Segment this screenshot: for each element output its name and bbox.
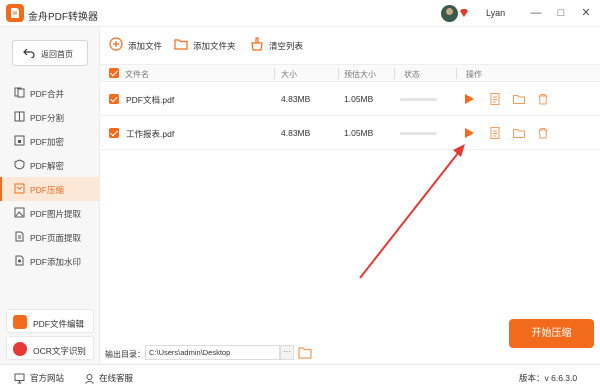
sidebar-item-image-extract[interactable]: PDF图片提取 <box>0 201 100 225</box>
toolbar: 添加文件 添加文件夹 清空列表 <box>100 27 600 64</box>
open-folder-icon[interactable] <box>298 346 312 359</box>
home-button-label: 返回首页 <box>41 50 73 59</box>
sidebar-item-compress[interactable]: PDF压缩 <box>0 177 100 201</box>
sidebar-item-page-extract[interactable]: PDF页面提取 <box>0 225 100 249</box>
pdf-edit-button[interactable]: PDF文件编辑 <box>6 309 94 333</box>
start-compress-button[interactable]: 开始压缩 <box>509 319 594 348</box>
folder-icon[interactable] <box>512 126 526 140</box>
page-icon <box>15 231 24 242</box>
add-folder-label: 添加文件夹 <box>193 41 236 51</box>
progress-bar <box>400 98 437 101</box>
pdf-edit-icon <box>13 315 27 329</box>
file-table: 文件名 大小 预估大小 状态 操作 PDF文档.pdf 4.83MB 1.05M… <box>100 64 600 150</box>
sidebar: 返回首页 PDF合并 PDF分割 PDF加密 PDF解密 PDF压缩 PDF图片… <box>0 27 100 364</box>
column-divider <box>394 68 395 79</box>
ocr-label: OCR文字识别 <box>33 346 86 356</box>
username[interactable]: Lyan <box>486 8 505 18</box>
header-status: 状态 <box>404 70 420 79</box>
monitor-icon <box>14 373 25 384</box>
select-all-checkbox[interactable] <box>109 68 119 78</box>
row-checkbox[interactable] <box>109 128 119 138</box>
title-bar: 金舟PDF转换器 Lyan — □ ✕ <box>0 0 600 27</box>
header-name: 文件名 <box>125 70 149 79</box>
status-bar: 官方网站 在线客服 版本：v 6.6.3.0 <box>0 364 600 390</box>
play-icon[interactable] <box>462 92 476 106</box>
website-link[interactable]: 官方网站 <box>30 372 64 384</box>
column-divider <box>338 68 339 79</box>
support-link[interactable]: 在线客服 <box>99 372 133 384</box>
sidebar-item-label: PDF添加水印 <box>30 257 82 267</box>
table-header: 文件名 大小 预估大小 状态 操作 <box>100 64 600 82</box>
lock-icon <box>14 135 25 146</box>
table-row[interactable]: 工作报表.pdf 4.83MB 1.05MB <box>100 116 600 150</box>
add-file-label: 添加文件 <box>128 41 163 51</box>
sidebar-item-label: PDF解密 <box>30 161 65 171</box>
sidebar-item-label: PDF分割 <box>30 113 65 123</box>
sidebar-item-merge[interactable]: PDF合并 <box>0 81 100 105</box>
table-row[interactable]: PDF文档.pdf 4.83MB 1.05MB <box>100 82 600 116</box>
clear-list-label: 清空列表 <box>269 41 304 51</box>
app-logo-icon <box>6 4 24 22</box>
merge-icon <box>14 87 25 98</box>
support-icon <box>85 374 94 384</box>
trash-icon[interactable] <box>536 92 550 106</box>
annotation-arrow-icon <box>359 144 465 279</box>
file-name: PDF文档.pdf <box>126 95 175 105</box>
app-title: 金舟PDF转换器 <box>28 12 98 23</box>
ocr-button[interactable]: OCR文字识别 <box>6 336 94 360</box>
document-icon[interactable] <box>488 126 502 140</box>
compress-icon <box>14 183 25 194</box>
estimated-size: 1.05MB <box>344 94 374 104</box>
minimize-button[interactable]: — <box>528 5 544 21</box>
output-dir-label: 输出目录： <box>105 350 145 359</box>
document-icon[interactable] <box>488 92 502 106</box>
file-size: 4.83MB <box>281 94 311 104</box>
header-size: 大小 <box>281 70 297 79</box>
estimated-size: 1.05MB <box>344 128 374 138</box>
broom-icon <box>251 37 263 51</box>
file-size: 4.83MB <box>281 128 311 138</box>
image-icon <box>14 207 25 218</box>
sidebar-item-decrypt[interactable]: PDF解密 <box>0 153 100 177</box>
user-avatar[interactable] <box>441 5 458 22</box>
progress-bar <box>400 132 437 135</box>
sidebar-item-watermark[interactable]: PDF添加水印 <box>0 249 100 273</box>
trash-icon[interactable] <box>536 126 550 140</box>
sidebar-item-label: PDF合并 <box>30 89 65 99</box>
file-name: 工作报表.pdf <box>126 129 175 139</box>
version-label: 版本：v 6.6.3.0 <box>519 373 578 383</box>
header-estimated: 预估大小 <box>344 70 376 79</box>
column-divider <box>274 68 275 79</box>
browse-button[interactable]: ··· <box>280 345 294 360</box>
pdf-edit-label: PDF文件编辑 <box>33 319 85 329</box>
row-checkbox[interactable] <box>109 94 119 104</box>
column-divider <box>456 68 457 79</box>
folder-icon[interactable] <box>512 92 526 106</box>
output-bar: 输出目录： ··· 开始压缩 <box>100 308 600 364</box>
close-button[interactable]: ✕ <box>578 5 594 21</box>
folder-icon <box>174 39 188 50</box>
maximize-button[interactable]: □ <box>553 5 569 21</box>
sidebar-item-label: PDF图片提取 <box>30 209 82 219</box>
play-icon[interactable] <box>462 126 476 140</box>
split-icon <box>14 111 25 122</box>
sidebar-item-encrypt[interactable]: PDF加密 <box>0 129 100 153</box>
ocr-icon <box>13 342 27 356</box>
header-actions: 操作 <box>466 70 482 79</box>
sidebar-item-label: PDF页面提取 <box>30 233 82 243</box>
output-dir-input[interactable] <box>145 345 280 360</box>
unlock-icon <box>14 159 25 170</box>
home-button[interactable]: 返回首页 <box>12 40 88 66</box>
vip-badge-icon <box>460 9 468 17</box>
sidebar-item-label: PDF加密 <box>30 137 65 147</box>
sidebar-nav: PDF合并 PDF分割 PDF加密 PDF解密 PDF压缩 PDF图片提取 PD… <box>0 81 100 273</box>
watermark-icon <box>15 255 24 266</box>
back-icon <box>23 48 35 58</box>
add-circle-icon <box>109 37 123 51</box>
sidebar-item-split[interactable]: PDF分割 <box>0 105 100 129</box>
sidebar-item-label: PDF压缩 <box>30 185 65 195</box>
